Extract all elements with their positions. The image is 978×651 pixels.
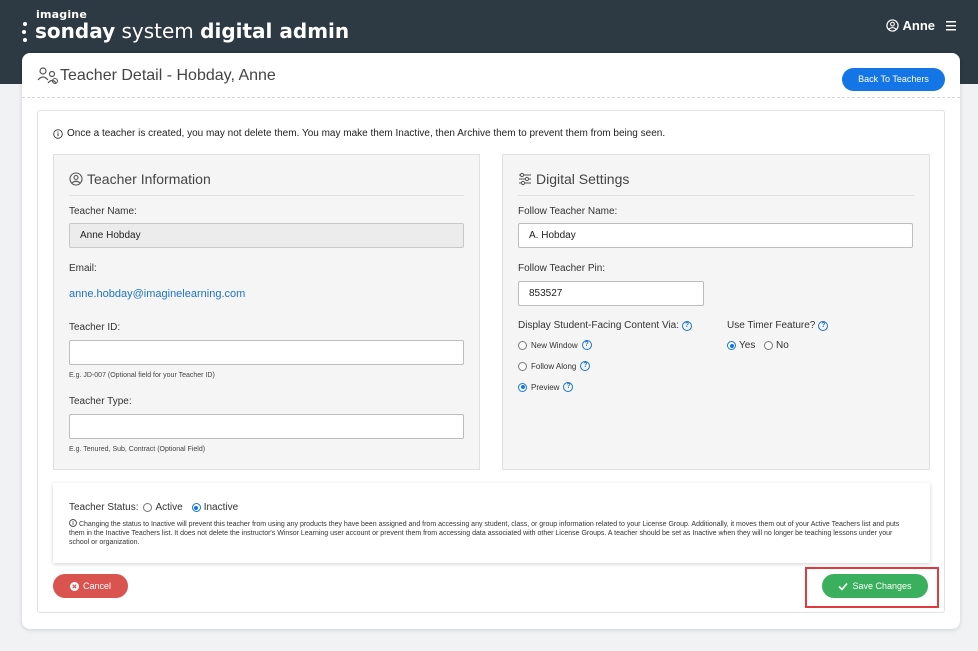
display-option-preview[interactable]: Preview ? [518,382,574,392]
timer-option-no[interactable]: No [764,340,789,351]
status-active-label[interactable]: Active [155,502,182,513]
info-icon [69,519,77,527]
teacher-status-label: Teacher Status: [69,502,139,513]
teacher-information-panel: Teacher Information Teacher Name: Anne H… [53,154,480,470]
user-icon [885,19,899,32]
main-card: Teacher Detail - Hobday, Anne Back To Te… [22,53,960,629]
teacher-type-input[interactable] [69,414,464,439]
help-icon[interactable]: ? [682,320,693,331]
display-content-label: Display Student-Facing Content Via: ? [518,320,693,331]
teacher-id-label: Teacher ID: [69,322,121,333]
save-changes-button[interactable]: Save Changes [822,574,928,598]
logo-dots-icon [22,22,27,42]
help-icon[interactable]: ? [818,320,829,331]
content-area: Once a teacher is created, you may not d… [37,110,945,613]
display-option-new-window[interactable]: New Window ? [518,340,592,350]
teacher-name-label: Teacher Name: [69,206,137,217]
teacher-type-label: Teacher Type: [69,396,132,407]
user-menu[interactable]: Anne [885,18,959,33]
notice-text: Once a teacher is created, you may not d… [67,128,666,139]
notice: Once a teacher is created, you may not d… [53,128,665,139]
timer-feature-label: Use Timer Feature? ? [727,320,829,331]
check-icon [838,582,849,591]
teacher-type-hint: E.g. Tenured, Sub, Contract (Optional Fi… [69,446,206,453]
status-note: Changing the status to Inactive will pre… [69,519,900,546]
teacher-status-row: Teacher Status: Active Inactive [69,502,238,513]
radio-status-inactive[interactable] [191,503,201,512]
back-to-teachers-button[interactable]: Back To Teachers [842,68,945,91]
brand-name: sonday system digital admin [35,19,350,43]
cancel-button[interactable]: Cancel [53,574,128,598]
divider [69,195,464,196]
digital-settings-title: Digital Settings [518,171,629,187]
teacher-information-title: Teacher Information [69,171,211,187]
digital-settings-panel: Digital Settings Follow Teacher Name: A.… [502,154,930,470]
page-title: Teacher Detail - Hobday, Anne [60,67,276,84]
follow-teacher-name-input[interactable]: A. Hobday [518,223,913,248]
radio-preview[interactable] [518,382,527,392]
teacher-name-field[interactable]: Anne Hobday [69,223,464,248]
email-link[interactable]: anne.hobday@imaginelearning.com [69,288,245,300]
follow-teacher-name-label: Follow Teacher Name: [518,206,618,217]
help-icon[interactable]: ? [581,340,592,350]
display-option-follow-along[interactable]: Follow Along ? [518,361,591,371]
help-icon[interactable]: ? [580,361,591,371]
radio-status-active[interactable] [143,503,153,512]
divider [518,195,914,196]
radio-timer-no[interactable] [764,341,773,350]
sliders-icon [519,172,531,186]
menu-icon[interactable] [944,20,958,32]
card-header: Teacher Detail - Hobday, Anne Back To Te… [22,53,960,98]
teacher-id-input[interactable] [69,340,464,365]
follow-teacher-pin-label: Follow Teacher Pin: [518,263,606,274]
user-circle-icon [69,172,83,186]
close-circle-icon [69,581,79,591]
radio-new-window[interactable] [518,340,527,350]
teacher-id-hint: E.g. JD-007 (Optional field for your Tea… [69,372,215,379]
timer-option-yes[interactable]: Yes [727,340,755,351]
help-icon[interactable]: ? [563,382,574,392]
follow-teacher-pin-input[interactable]: 853527 [518,281,704,306]
radio-timer-yes[interactable] [727,341,736,350]
teacher-status-panel: Teacher Status: Active Inactive Changing… [53,483,930,563]
radio-follow-along[interactable] [518,361,527,371]
teachers-icon [37,67,59,85]
user-name: Anne [902,18,936,33]
info-icon [53,128,63,139]
email-label: Email: [69,263,97,274]
status-inactive-label[interactable]: Inactive [204,502,238,513]
